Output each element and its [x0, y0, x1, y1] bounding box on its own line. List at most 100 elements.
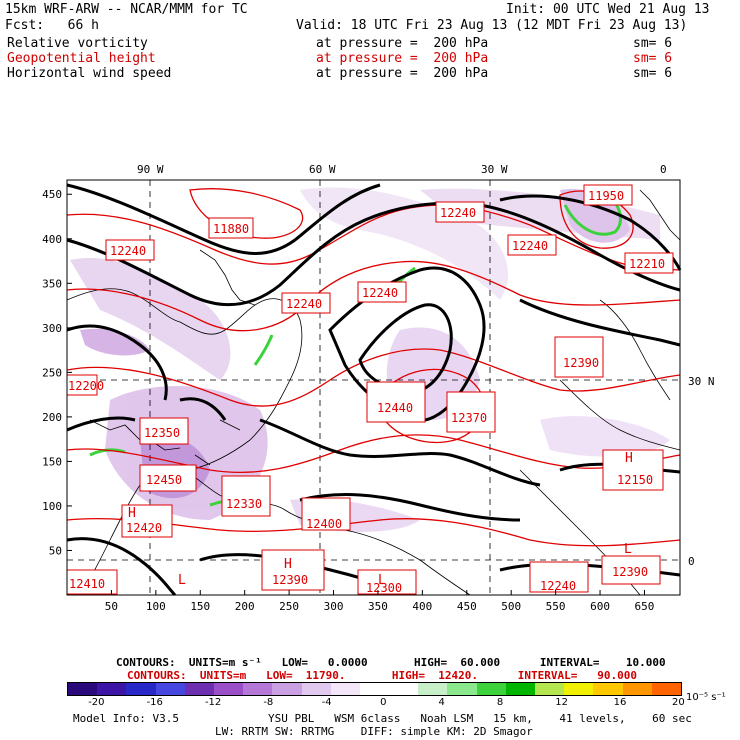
- colorbar-label: 20: [672, 697, 685, 708]
- colorbar-swatch: [272, 683, 302, 695]
- high-marker: H: [128, 506, 136, 521]
- svg-text:12390: 12390: [612, 565, 648, 579]
- height-label: 12390: [261, 549, 325, 591]
- height-label: 12440: [366, 381, 426, 423]
- low-marker: L: [178, 573, 186, 588]
- x-tick-label: 300: [324, 600, 344, 613]
- y-tick-label: 50: [49, 544, 62, 557]
- colorbar-label: 0: [380, 697, 387, 708]
- height-label: 11950: [583, 184, 633, 206]
- low-marker: L: [624, 542, 632, 557]
- height-label: 12390: [554, 336, 604, 378]
- colorbar-swatch: [505, 683, 535, 695]
- weather-map: 11880 12240 12240 12240 12240 12240 1221…: [42, 163, 715, 613]
- high-marker: H: [625, 451, 633, 466]
- svg-text:12420: 12420: [126, 521, 162, 535]
- colorbar-swatch: [213, 683, 244, 695]
- colorbar-swatch: [389, 683, 419, 695]
- colorbar-label: -8: [263, 697, 274, 708]
- colorbar-label: -16: [146, 697, 163, 708]
- height-label: 12390: [601, 555, 661, 585]
- colorbar-swatch: [535, 683, 565, 695]
- height-label: 12400: [301, 497, 351, 531]
- height-contour-info: CONTOURS: UNITS=m LOW= 11790. HIGH= 1242…: [127, 669, 637, 682]
- colorbar-swatch: [330, 683, 360, 695]
- colorbar-label: -12: [204, 697, 222, 708]
- svg-text:12400: 12400: [306, 517, 342, 531]
- y-tick-label: 300: [42, 322, 62, 335]
- colorbar-swatch: [97, 683, 127, 695]
- svg-text:0: 0: [660, 163, 667, 176]
- height-label: 12300: [357, 569, 417, 595]
- svg-text:12210: 12210: [629, 257, 665, 271]
- svg-text:12240: 12240: [362, 286, 398, 300]
- svg-text:12240: 12240: [286, 297, 322, 311]
- height-label: 12370: [446, 391, 496, 433]
- svg-text:12370: 12370: [451, 411, 487, 425]
- x-tick-label: 400: [412, 600, 432, 613]
- colorbar: [67, 682, 682, 696]
- svg-text:11880: 11880: [213, 222, 249, 236]
- x-tick-label: 650: [635, 600, 655, 613]
- physics-line-2: LW: RRTM SW: RRTMG DIFF: simple KM: 2D S…: [215, 725, 533, 738]
- x-tick-label: 50: [105, 600, 118, 613]
- height-label: 12240: [435, 201, 485, 223]
- model-info: Model Info: V3.5: [73, 712, 179, 725]
- svg-text:11950: 11950: [588, 189, 624, 203]
- y-tick-label: 350: [42, 277, 62, 290]
- svg-text:12150: 12150: [617, 473, 653, 487]
- x-tick-label: 100: [146, 600, 166, 613]
- colorbar-swatch: [476, 683, 506, 695]
- height-label: 12410: [66, 569, 118, 595]
- height-label: 12350: [139, 417, 189, 445]
- low-marker: L: [378, 573, 386, 588]
- latitude-labels: 30 N 0: [688, 375, 715, 568]
- y-tick-label: 250: [42, 366, 62, 379]
- height-label: 12240: [529, 561, 589, 593]
- svg-text:12200: 12200: [68, 379, 104, 393]
- colorbar-swatch: [68, 683, 98, 695]
- x-tick-label: 200: [235, 600, 255, 613]
- svg-text:12410: 12410: [69, 577, 105, 591]
- colorbar-swatch: [418, 683, 448, 695]
- colorbar-swatch: [301, 683, 331, 695]
- height-label: 12450: [139, 464, 197, 492]
- height-label: 12210: [624, 252, 674, 274]
- height-label: 12150: [602, 449, 664, 491]
- colorbar-label: 12: [555, 697, 568, 708]
- colorbar-swatch: [651, 683, 681, 695]
- colorbar-swatch: [564, 683, 594, 695]
- colorbar-swatch: [155, 683, 185, 695]
- x-tick-label: 450: [457, 600, 477, 613]
- svg-text:12350: 12350: [144, 426, 180, 440]
- y-tick-label: 400: [42, 233, 62, 246]
- svg-text:12390: 12390: [272, 573, 308, 587]
- y-tick-label: 450: [42, 188, 62, 201]
- height-label: 12240: [357, 281, 407, 303]
- colorbar-label: 16: [613, 697, 627, 708]
- svg-text:30 N: 30 N: [688, 375, 715, 388]
- svg-text:60 W: 60 W: [309, 163, 336, 176]
- svg-text:12440: 12440: [377, 401, 413, 415]
- x-tick-label: 250: [279, 600, 299, 613]
- longitude-labels: 90 W 60 W 30 W 0: [137, 163, 667, 176]
- colorbar-swatch: [593, 683, 623, 695]
- x-tick-label: 550: [546, 600, 566, 613]
- colorbar-swatch: [447, 683, 477, 695]
- height-label: 12240: [507, 234, 557, 256]
- svg-text:12240: 12240: [540, 579, 576, 593]
- physics-line-1: YSU PBL WSM 6class Noah LSM 15 km, 41 le…: [268, 712, 692, 725]
- y-tick-label: 200: [42, 411, 62, 424]
- colorbar-label: -20: [88, 697, 105, 708]
- svg-text:90 W: 90 W: [137, 163, 164, 176]
- x-tick-label: 500: [501, 600, 521, 613]
- colorbar-swatch: [184, 683, 214, 695]
- svg-text:12390: 12390: [563, 356, 599, 370]
- height-label: 12330: [221, 475, 271, 517]
- colorbar-swatch: [243, 683, 273, 695]
- svg-text:30 W: 30 W: [481, 163, 508, 176]
- high-marker: H: [284, 557, 292, 572]
- y-tick-label: 150: [42, 455, 62, 468]
- svg-text:0: 0: [688, 555, 695, 568]
- x-tick-label: 350: [368, 600, 388, 613]
